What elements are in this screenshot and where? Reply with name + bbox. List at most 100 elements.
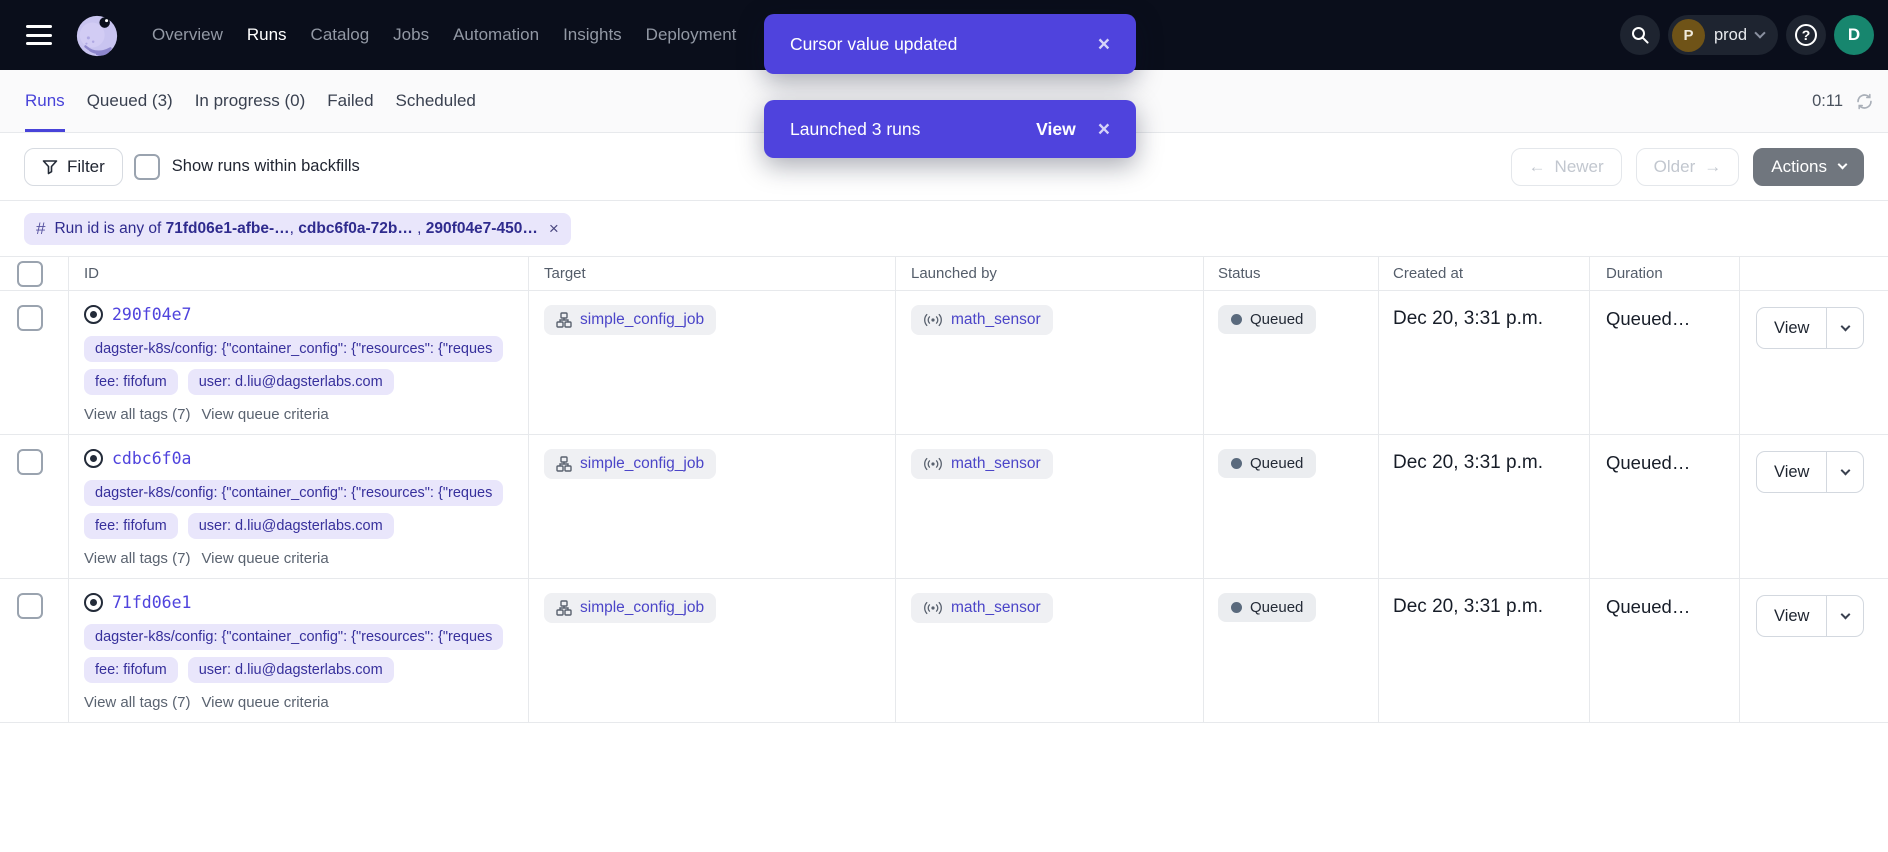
job-pill[interactable]: simple_config_job xyxy=(544,305,716,335)
tag-k8s-config[interactable]: dagster-k8s/config: {"container_config":… xyxy=(84,480,503,506)
nav-catalog[interactable]: Catalog xyxy=(311,25,370,45)
tag-fee[interactable]: fee: fifofum xyxy=(84,513,178,539)
column-header-launched-by: Launched by xyxy=(896,257,1204,290)
close-icon[interactable]: × xyxy=(549,220,559,237)
column-header-id: ID xyxy=(69,257,529,290)
older-label: Older xyxy=(1654,157,1696,177)
close-icon[interactable]: × xyxy=(1098,119,1110,140)
tag-fee[interactable]: fee: fifofum xyxy=(84,657,178,683)
job-pill[interactable]: simple_config_job xyxy=(544,593,716,623)
run-id-cell: cdbc6f0a dagster-k8s/config: {"container… xyxy=(69,435,529,578)
view-queue-criteria-link[interactable]: View queue criteria xyxy=(201,406,328,423)
app-root: Overview Runs Catalog Jobs Automation In… xyxy=(0,0,1888,723)
view-queue-criteria-link[interactable]: View queue criteria xyxy=(201,694,328,711)
tag-fee[interactable]: fee: fifofum xyxy=(84,369,178,395)
dagster-logo[interactable] xyxy=(74,12,120,58)
workspace-name: prod xyxy=(1714,26,1747,45)
target-cell: simple_config_job xyxy=(529,579,896,722)
target-cell: simple_config_job xyxy=(529,435,896,578)
select-all-checkbox[interactable] xyxy=(17,261,43,287)
job-icon xyxy=(556,600,572,616)
view-all-tags-link[interactable]: View all tags (7) xyxy=(84,406,190,423)
status-label: Queued xyxy=(1250,455,1303,472)
toast-cursor-updated: Cursor value updated × xyxy=(764,14,1136,74)
view-run-button[interactable]: View xyxy=(1757,596,1826,636)
view-all-tags-link[interactable]: View all tags (7) xyxy=(84,694,190,711)
sensor-pill[interactable]: math_sensor xyxy=(911,449,1053,479)
tab-failed[interactable]: Failed xyxy=(327,70,373,132)
row-checkbox[interactable] xyxy=(17,305,43,331)
run-id-link[interactable]: 71fd06e1 xyxy=(112,593,191,612)
chevron-down-icon xyxy=(1841,609,1851,619)
column-header-created-at: Created at xyxy=(1379,257,1590,290)
run-id-link[interactable]: cdbc6f0a xyxy=(112,449,191,468)
toast-launched-runs: Launched 3 runs View × xyxy=(764,100,1136,158)
older-button[interactable]: Older → xyxy=(1636,148,1740,186)
user-avatar[interactable]: D xyxy=(1834,15,1874,55)
sensor-pill[interactable]: math_sensor xyxy=(911,305,1053,335)
chip-separator: , xyxy=(290,220,299,238)
status-label: Queued xyxy=(1250,599,1303,616)
help-icon: ? xyxy=(1795,24,1817,46)
help-button[interactable]: ? xyxy=(1786,15,1826,55)
menu-button[interactable] xyxy=(26,25,52,45)
nav-deployment[interactable]: Deployment xyxy=(646,25,737,45)
view-dropdown-button[interactable] xyxy=(1826,308,1863,348)
chip-separator: , xyxy=(413,220,426,238)
duration-cell: Queued… xyxy=(1590,579,1740,722)
search-icon xyxy=(1630,25,1650,45)
view-dropdown-button[interactable] xyxy=(1826,452,1863,492)
tag-k8s-config[interactable]: dagster-k8s/config: {"container_config":… xyxy=(84,624,503,650)
tab-in-progress[interactable]: In progress (0) xyxy=(195,70,306,132)
refresh-button[interactable] xyxy=(1855,92,1874,111)
nav-runs[interactable]: Runs xyxy=(247,25,287,45)
row-actions-cell: View xyxy=(1740,291,1888,434)
job-icon xyxy=(556,456,572,472)
nav-overview[interactable]: Overview xyxy=(152,25,223,45)
active-filters-row: # Run id is any of 71fd06e1-afbe-… , cdb… xyxy=(0,201,1888,256)
view-run-button[interactable]: View xyxy=(1757,452,1826,492)
row-checkbox[interactable] xyxy=(17,593,43,619)
filter-button[interactable]: Filter xyxy=(24,148,123,186)
view-all-tags-link[interactable]: View all tags (7) xyxy=(84,550,190,567)
tab-queued[interactable]: Queued (3) xyxy=(87,70,173,132)
sensor-pill[interactable]: math_sensor xyxy=(911,593,1053,623)
nav-automation[interactable]: Automation xyxy=(453,25,539,45)
job-name: simple_config_job xyxy=(580,311,704,329)
tag-k8s-config[interactable]: dagster-k8s/config: {"container_config":… xyxy=(84,336,503,362)
view-run-button[interactable]: View xyxy=(1757,308,1826,348)
actions-button[interactable]: Actions xyxy=(1753,148,1864,186)
close-icon[interactable]: × xyxy=(1098,34,1110,55)
job-icon xyxy=(556,312,572,328)
nav-insights[interactable]: Insights xyxy=(563,25,622,45)
workspace-switcher[interactable]: P prod xyxy=(1668,15,1778,55)
backfills-checkbox[interactable] xyxy=(134,154,160,180)
row-actions-cell: View xyxy=(1740,579,1888,722)
tabs: Runs Queued (3) In progress (0) Failed S… xyxy=(25,70,476,132)
chevron-down-icon xyxy=(1838,160,1848,170)
tag-user[interactable]: user: d.liu@dagsterlabs.com xyxy=(188,369,394,395)
octopus-logo-icon xyxy=(74,12,120,58)
newer-button[interactable]: ← Newer xyxy=(1511,148,1622,186)
row-actions-cell: View xyxy=(1740,435,1888,578)
created-at-cell: Dec 20, 3:31 p.m. xyxy=(1379,291,1590,434)
column-header-duration: Duration xyxy=(1590,257,1740,290)
actions-label: Actions xyxy=(1771,157,1827,177)
tab-scheduled[interactable]: Scheduled xyxy=(396,70,476,132)
tag-user[interactable]: user: d.liu@dagsterlabs.com xyxy=(188,513,394,539)
runid-filter-chip[interactable]: # Run id is any of 71fd06e1-afbe-… , cdb… xyxy=(24,213,571,245)
tag-user[interactable]: user: d.liu@dagsterlabs.com xyxy=(188,657,394,683)
run-id-link[interactable]: 290f04e7 xyxy=(112,305,191,324)
view-dropdown-button[interactable] xyxy=(1826,596,1863,636)
chevron-down-icon xyxy=(1841,465,1851,475)
queued-status-icon xyxy=(84,305,103,324)
toast-view-button[interactable]: View xyxy=(1036,119,1076,140)
sensor-name: math_sensor xyxy=(951,599,1041,617)
row-checkbox[interactable] xyxy=(17,449,43,475)
nav-jobs[interactable]: Jobs xyxy=(393,25,429,45)
tab-runs[interactable]: Runs xyxy=(25,70,65,132)
job-pill[interactable]: simple_config_job xyxy=(544,449,716,479)
run-row-290f04e7: 290f04e7 dagster-k8s/config: {"container… xyxy=(0,291,1888,435)
view-queue-criteria-link[interactable]: View queue criteria xyxy=(201,550,328,567)
search-button[interactable] xyxy=(1620,15,1660,55)
